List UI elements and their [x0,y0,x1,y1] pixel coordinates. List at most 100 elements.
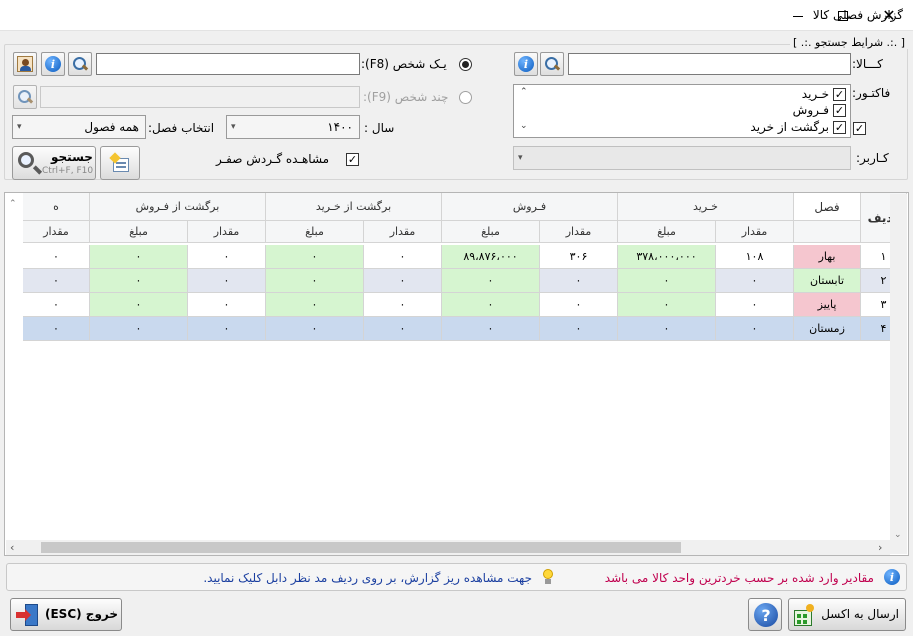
group-sell-header: فـروش [442,193,618,221]
cell-rsell-amount[interactable]: ۰ [90,317,188,341]
year-label: سال : [364,121,395,135]
horizontal-scrollbar[interactable]: ‹ › [6,540,890,555]
product-input[interactable] [568,53,851,75]
year-combo[interactable]: ▾ ۱۴۰۰ [226,115,360,139]
cell-rbuy-amount[interactable]: ۰ [266,317,364,341]
cell-sell-qty[interactable]: ۰ [540,293,618,317]
person-input[interactable] [96,53,360,75]
cell-extra[interactable]: ۰ [23,245,90,269]
cell-season[interactable]: زمستان [794,317,861,341]
rsell-amount-header: مبلغ [90,221,188,243]
factor-option-return-buy[interactable]: ✓ برگشت از خرید [750,120,846,134]
user-combo[interactable]: ▾ [513,146,851,170]
factor-select-all-checkbox[interactable]: ✓ [853,122,866,135]
cell-rbuy-qty[interactable]: ۰ [364,317,442,341]
product-info-button[interactable]: i [514,52,538,76]
checkbox-icon[interactable]: ✓ [833,103,846,117]
scroll-right-icon[interactable]: › [878,541,882,554]
cell-buy-qty[interactable]: ۰ [716,293,794,317]
factor-option-buy[interactable]: ✓ خـرید [802,87,846,101]
cell-rbuy-qty[interactable]: ۰ [364,245,442,269]
show-zero-checkbox[interactable]: ✓ [346,153,359,166]
person-card-button[interactable] [13,52,37,76]
maximize-button[interactable] [820,0,866,31]
buy-qty-header: مقدار [716,221,794,243]
checkbox-icon[interactable]: ✓ [833,120,846,134]
cell-season[interactable]: تابستان [794,269,861,293]
cell-sell-qty[interactable]: ۰ [540,269,618,293]
cell-rsell-qty[interactable]: ۰ [188,245,266,269]
cell-rsell-qty[interactable]: ۰ [188,293,266,317]
cell-sell-amount[interactable]: ۰ [442,317,540,341]
clear-filter-button[interactable] [100,146,140,180]
close-button[interactable]: ✕ [866,0,912,31]
magnifier-icon [544,56,560,72]
cell-extra[interactable]: ۰ [23,293,90,317]
vertical-scrollbar[interactable]: ⌄ [890,194,907,554]
cell-rbuy-qty[interactable]: ۰ [364,269,442,293]
cell-extra[interactable]: ۰ [23,317,90,341]
help-icon: ? [754,603,778,627]
status-info-text: مقادیر وارد شده بر حسب خردترین واحد کالا… [604,571,874,585]
col-season-header[interactable]: فصل [794,193,861,221]
horizontal-scroll-thumb[interactable] [41,542,681,553]
cell-rbuy-qty[interactable]: ۰ [364,293,442,317]
factor-label: فاکتـور: [852,86,891,100]
status-bar: i مقادیر وارد شده بر حسب خردترین واحد کا… [6,563,907,591]
cell-rsell-qty[interactable]: ۰ [188,317,266,341]
cell-buy-amount[interactable]: ۰ [618,269,716,293]
maximize-icon [838,10,848,21]
info-icon: i [518,56,534,72]
single-person-radio[interactable] [459,58,472,71]
scroll-left-icon[interactable]: ‹ [10,541,14,554]
cell-buy-qty[interactable]: ۰ [716,269,794,293]
list-scroll-down-icon[interactable]: ⌄ [520,121,528,131]
cell-buy-amount[interactable]: ۳۷۸،۰۰۰،۰۰۰ [618,245,716,269]
factor-list[interactable]: ⌃ ⌄ ✓ خـرید ✓ فـروش ✓ برگشت از خرید [513,84,851,138]
scroll-down-icon[interactable]: ⌄ [894,530,902,540]
chevron-down-icon: ▾ [518,153,523,163]
group-buy-header: خـرید [618,193,794,221]
cell-rsell-amount[interactable]: ۰ [90,293,188,317]
cell-rsell-amount[interactable]: ۰ [90,269,188,293]
help-button[interactable]: ? [748,598,782,631]
cell-sell-amount[interactable]: ۸۹،۸۷۶،۰۰۰ [442,245,540,269]
factor-option-sell[interactable]: ✓ فـروش [793,103,846,117]
minimize-button[interactable] [775,0,821,31]
cell-season[interactable]: بهار [794,245,861,269]
multi-person-radio[interactable] [459,91,472,104]
cell-season[interactable]: پاییز [794,293,861,317]
excel-icon [794,604,816,626]
cell-sell-qty[interactable]: ۳۰۶ [540,245,618,269]
rsell-qty-header: مقدار [188,221,266,243]
person-search-button[interactable] [68,52,92,76]
rbuy-amount-header: مبلغ [266,221,364,243]
close-icon: ✕ [882,6,896,25]
cell-buy-amount[interactable]: ۰ [618,317,716,341]
person-info-button[interactable]: i [41,52,65,76]
cell-buy-qty[interactable]: ۱۰۸ [716,245,794,269]
cell-rbuy-amount[interactable]: ۰ [266,245,364,269]
cell-rbuy-amount[interactable]: ۰ [266,269,364,293]
list-scroll-up-icon[interactable]: ⌃ [520,87,528,97]
cell-buy-amount[interactable]: ۰ [618,293,716,317]
cell-rsell-amount[interactable]: ۰ [90,245,188,269]
cell-sell-amount[interactable]: ۰ [442,293,540,317]
export-excel-button[interactable]: ارسال به اکسل [788,598,906,631]
cell-rsell-qty[interactable]: ۰ [188,269,266,293]
cell-sell-amount[interactable]: ۰ [442,269,540,293]
cell-buy-qty[interactable]: ۰ [716,317,794,341]
search-button[interactable]: جستجو Ctrl+F, F10 [12,146,96,180]
report-grid[interactable]: ردیف فصل خـرید فـروش برگشت از خـرید برگش… [4,192,909,556]
product-search-button[interactable] [540,52,564,76]
multi-person-search-button[interactable] [13,85,37,109]
cell-extra[interactable]: ۰ [23,269,90,293]
checkbox-icon[interactable]: ✓ [833,87,846,101]
group-return-sell-header: برگشت از فـروش [90,193,266,221]
cell-sell-qty[interactable]: ۰ [540,317,618,341]
cell-rbuy-amount[interactable]: ۰ [266,293,364,317]
exit-button[interactable]: خروج (ESC) [10,598,122,631]
season-combo[interactable]: ▾ همه فصول [12,115,146,139]
scroll-up-icon[interactable]: ⌃ [9,199,17,209]
single-person-label: یـک شخص (F8): [361,57,447,71]
